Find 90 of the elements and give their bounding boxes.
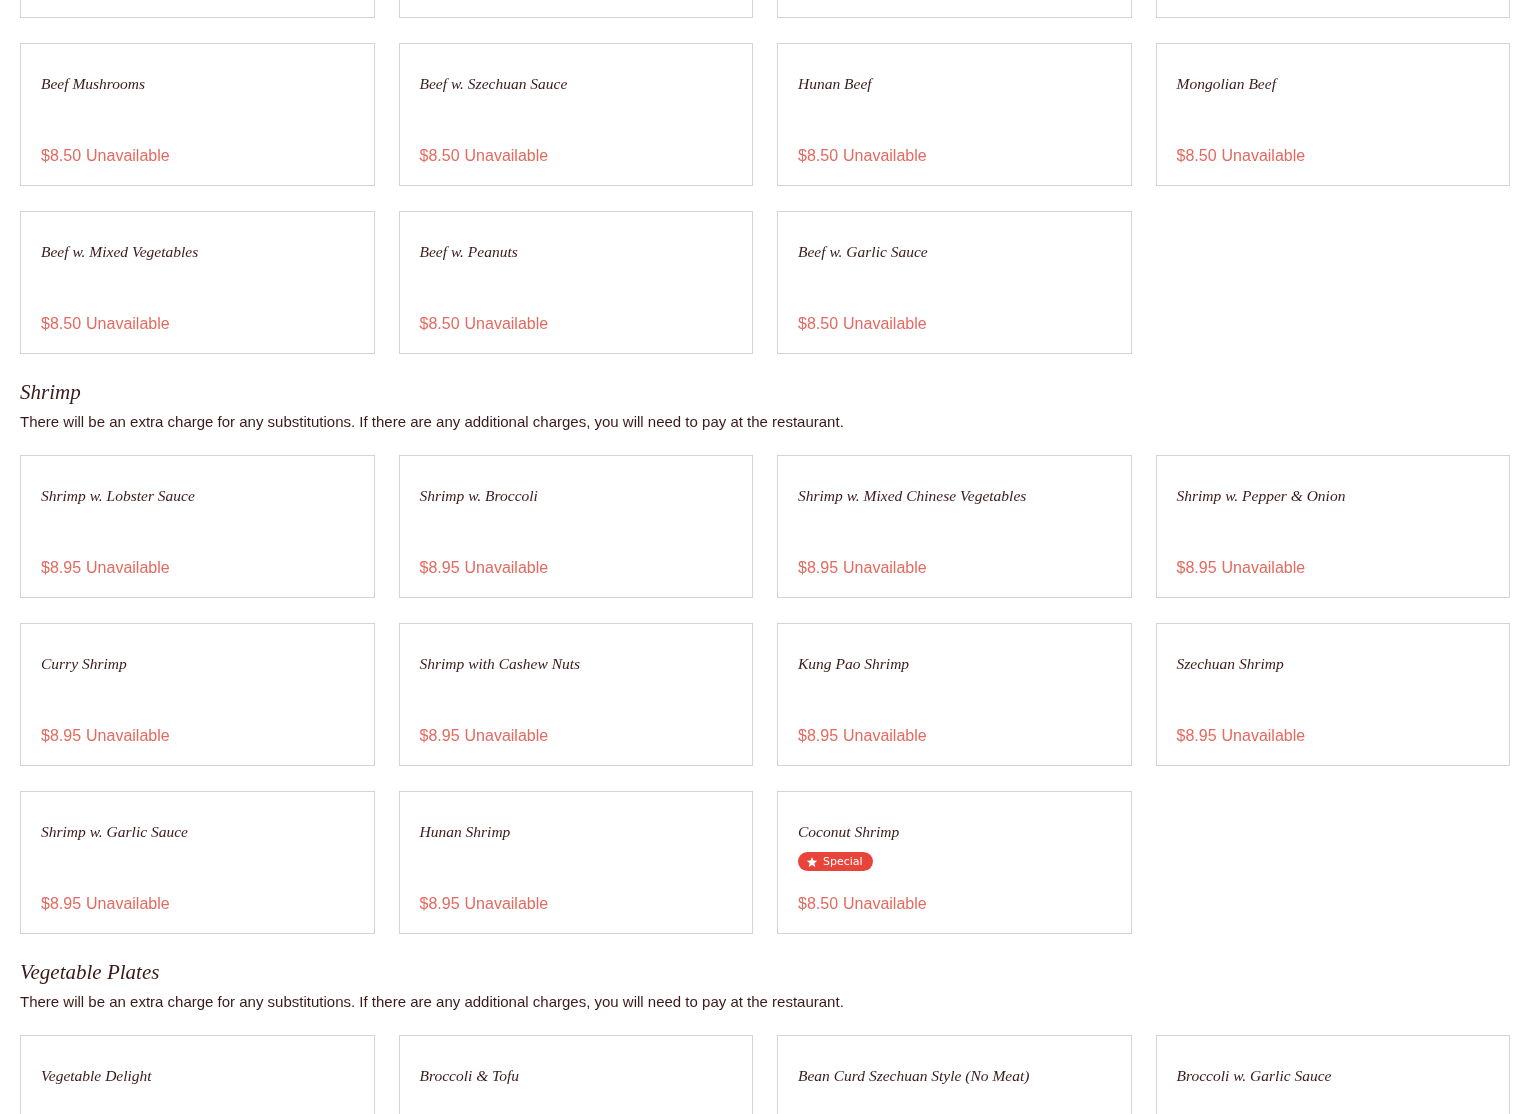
item-price: $8.50 xyxy=(798,895,839,913)
item-name: Shrimp w. Broccoli xyxy=(419,486,538,506)
availability-status: Unavailable xyxy=(86,559,170,577)
item-price: $8.50 xyxy=(798,147,839,165)
item-name: Coconut Shrimp xyxy=(798,822,900,842)
item-name: Shrimp with Cashew Nuts xyxy=(419,654,581,674)
menu-item-card[interactable]: Shrimp w. Pepper & Onion $8.95 Unavailable xyxy=(1155,455,1510,598)
item-price: $8.95 xyxy=(1176,727,1217,745)
menu-item-card[interactable]: Shrimp w. Mixed Chinese Vegetables $8.95 Unavailable xyxy=(777,455,1132,598)
item-price: $8.95 xyxy=(419,727,460,745)
item-name: Kung Pao Shrimp xyxy=(798,654,910,674)
availability-status: Unavailable xyxy=(464,147,549,165)
section-heading: Vegetable Plates xyxy=(20,960,161,985)
availability-status: Unavailable xyxy=(464,315,549,333)
availability-status: Unavailable xyxy=(464,727,549,745)
menu-item-card[interactable] xyxy=(398,0,753,18)
item-name: Shrimp w. Pepper & Onion xyxy=(1176,486,1346,506)
item-name: Hunan Shrimp xyxy=(419,822,511,842)
item-name: Shrimp w. Mixed Chinese Vegetables xyxy=(798,486,1027,506)
menu-item-card[interactable]: Mongolian Beef $8.50 Unavailable xyxy=(1155,43,1510,186)
item-price: $8.95 xyxy=(419,559,460,577)
availability-status: Unavailable xyxy=(1221,147,1306,165)
availability-status: Unavailable xyxy=(464,559,549,577)
menu-item-card[interactable]: Shrimp w. Lobster Sauce $8.95 Unavailable xyxy=(20,455,375,598)
item-price: $8.50 xyxy=(41,315,82,333)
item-name: Beef w. Szechuan Sauce xyxy=(419,74,568,94)
item-price: $8.95 xyxy=(41,559,82,577)
menu-item-card[interactable]: Beef w. Mixed Vegetables $8.50 Unavailable xyxy=(20,211,375,354)
menu-item-card[interactable]: Hunan Beef $8.50 Unavailable xyxy=(777,43,1132,186)
item-price: $8.50 xyxy=(1176,147,1217,165)
availability-status: Unavailable xyxy=(843,727,927,745)
availability-status: Unavailable xyxy=(843,315,927,333)
menu-item-card[interactable] xyxy=(1155,0,1510,18)
item-name: Shrimp w. Lobster Sauce xyxy=(41,486,195,506)
item-price: $8.95 xyxy=(41,895,82,913)
item-price: $8.50 xyxy=(419,315,460,333)
item-name: Mongolian Beef xyxy=(1176,74,1276,94)
item-price: $8.50 xyxy=(41,147,82,165)
item-price: $8.95 xyxy=(41,727,82,745)
item-price: $8.95 xyxy=(798,727,839,745)
menu-item-card[interactable]: Coconut Shrimp Special $8.50 Unavailable xyxy=(777,791,1132,934)
menu-item-card[interactable]: Vegetable Delight xyxy=(20,1035,375,1114)
item-price: $8.50 xyxy=(798,315,839,333)
menu-item-card[interactable] xyxy=(20,0,375,18)
availability-status: Unavailable xyxy=(843,147,927,165)
availability-status: Unavailable xyxy=(1221,727,1306,745)
star-icon xyxy=(806,855,818,868)
special-badge: Special xyxy=(798,852,873,872)
menu-item-card[interactable]: Shrimp w. Broccoli $8.95 Unavailable xyxy=(398,455,753,598)
availability-status: Unavailable xyxy=(86,315,170,333)
section-heading: Shrimp xyxy=(20,380,82,405)
item-price: $8.95 xyxy=(419,895,460,913)
item-name: Broccoli w. Garlic Sauce xyxy=(1176,1066,1332,1086)
menu-item-card[interactable]: Shrimp w. Garlic Sauce $8.95 Unavailable xyxy=(20,791,375,934)
menu-item-card[interactable]: Szechuan Shrimp $8.95 Unavailable xyxy=(1155,623,1510,766)
menu-item-card[interactable]: Beef w. Peanuts $8.50 Unavailable xyxy=(398,211,753,354)
item-name: Beef w. Garlic Sauce xyxy=(798,242,928,262)
menu-item-card[interactable] xyxy=(777,0,1132,18)
menu-item-card[interactable]: Broccoli & Tofu xyxy=(398,1035,753,1114)
section-note: There will be an extra charge for any substitutions. If there are any additional charges, you will need to pay at the restaurant. xyxy=(20,413,845,430)
availability-status: Unavailable xyxy=(843,895,927,913)
item-name: Shrimp w. Garlic Sauce xyxy=(41,822,188,842)
availability-status: Unavailable xyxy=(86,147,170,165)
menu-item-card[interactable]: Curry Shrimp $8.95 Unavailable xyxy=(20,623,375,766)
item-price: $8.50 xyxy=(419,147,460,165)
availability-status: Unavailable xyxy=(1221,559,1306,577)
item-name: Beef w. Mixed Vegetables xyxy=(41,242,199,262)
item-name: Beef Mushrooms xyxy=(41,74,146,94)
menu-item-card[interactable]: Kung Pao Shrimp $8.95 Unavailable xyxy=(777,623,1132,766)
menu-item-card[interactable]: Beef w. Garlic Sauce $8.50 Unavailable xyxy=(777,211,1132,354)
item-name: Broccoli & Tofu xyxy=(419,1066,520,1086)
item-name: Szechuan Shrimp xyxy=(1176,654,1284,674)
availability-status: Unavailable xyxy=(843,559,927,577)
availability-status: Unavailable xyxy=(464,895,549,913)
menu-item-card[interactable]: Hunan Shrimp $8.95 Unavailable xyxy=(398,791,753,934)
item-price: $8.95 xyxy=(798,559,839,577)
menu-item-card[interactable]: Beef w. Szechuan Sauce $8.50 Unavailable xyxy=(398,43,753,186)
menu-item-card[interactable]: Shrimp with Cashew Nuts $8.95 Unavailable xyxy=(398,623,753,766)
item-name: Curry Shrimp xyxy=(41,654,127,674)
item-name: Bean Curd Szechuan Style (No Meat) xyxy=(798,1066,1030,1086)
item-name: Hunan Beef xyxy=(798,74,872,94)
menu-item-card[interactable]: Broccoli w. Garlic Sauce xyxy=(1155,1035,1510,1114)
availability-status: Unavailable xyxy=(86,727,170,745)
menu-item-card[interactable]: Bean Curd Szechuan Style (No Meat) xyxy=(777,1035,1132,1114)
item-price: $8.95 xyxy=(1176,559,1217,577)
availability-status: Unavailable xyxy=(86,895,170,913)
menu-item-card[interactable]: Beef Mushrooms $8.50 Unavailable xyxy=(20,43,375,186)
item-name: Beef w. Peanuts xyxy=(419,242,518,262)
item-name: Vegetable Delight xyxy=(41,1066,152,1086)
section-note: There will be an extra charge for any substitutions. If there are any additional charges, you will need to pay at the restaurant. xyxy=(20,993,845,1010)
